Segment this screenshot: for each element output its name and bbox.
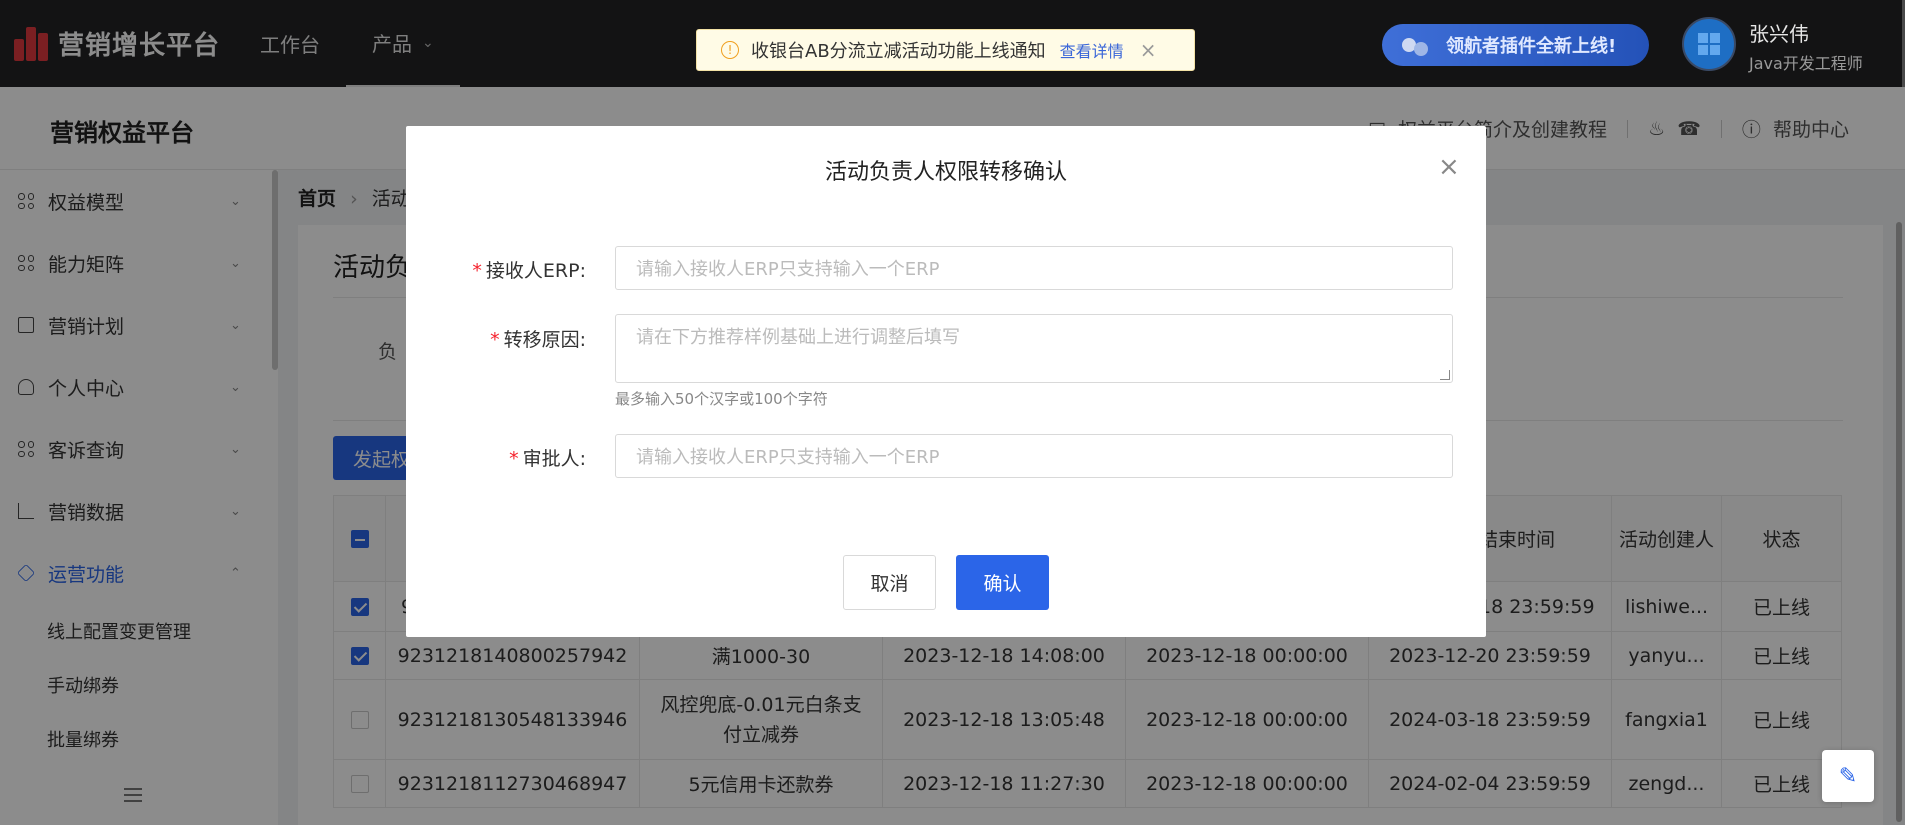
receiver-erp-input[interactable]: 请输入接收人ERP只支持输入一个ERP bbox=[615, 246, 1453, 290]
user-name: 张兴伟 bbox=[1749, 22, 1809, 46]
approver-input[interactable]: 请输入接收人ERP只支持输入一个ERP bbox=[615, 434, 1453, 478]
close-icon[interactable]: × bbox=[1140, 38, 1157, 62]
avatar[interactable] bbox=[1682, 17, 1736, 71]
reason-textarea[interactable]: 请在下方推荐样例基础上进行调整后填写 bbox=[615, 314, 1453, 383]
plugin-promo-label: 领航者插件全新上线! bbox=[1446, 36, 1617, 57]
reason-placeholder: 请在下方推荐样例基础上进行调整后填写 bbox=[636, 327, 960, 348]
confirm-button[interactable]: 确认 bbox=[956, 555, 1049, 610]
notice-banner: ! 收银台AB分流立减活动功能上线通知 查看详情 × bbox=[696, 29, 1195, 71]
reason-label: * 转移原因: bbox=[490, 329, 586, 351]
pencil-icon: ✎ bbox=[1838, 763, 1858, 789]
approver-label: * 审批人: bbox=[509, 448, 586, 470]
receiver-label: * 接收人ERP: bbox=[472, 260, 586, 282]
notice-detail-link[interactable]: 查看详情 bbox=[1060, 38, 1124, 62]
close-icon[interactable]: × bbox=[1438, 154, 1460, 180]
plugin-promo-button[interactable]: 领航者插件全新上线! bbox=[1382, 24, 1649, 66]
resize-handle[interactable] bbox=[1440, 370, 1450, 380]
transfer-confirm-dialog: 活动负责人权限转移确认 × * 接收人ERP: 请输入接收人ERP只支持输入一个E… bbox=[406, 126, 1486, 637]
edit-fab-button[interactable]: ✎ bbox=[1822, 750, 1874, 802]
user-role: Java开发工程师 bbox=[1749, 54, 1863, 73]
reason-help-text: 最多输入50个汉字或100个字符 bbox=[615, 390, 828, 408]
warning-icon: ! bbox=[721, 41, 739, 59]
notice-text: 收银台AB分流立减活动功能上线通知 bbox=[751, 41, 1046, 62]
dialog-title: 活动负责人权限转移确认 bbox=[824, 160, 1067, 185]
plugin-icon bbox=[1402, 34, 1432, 56]
cancel-button[interactable]: 取消 bbox=[843, 555, 936, 610]
